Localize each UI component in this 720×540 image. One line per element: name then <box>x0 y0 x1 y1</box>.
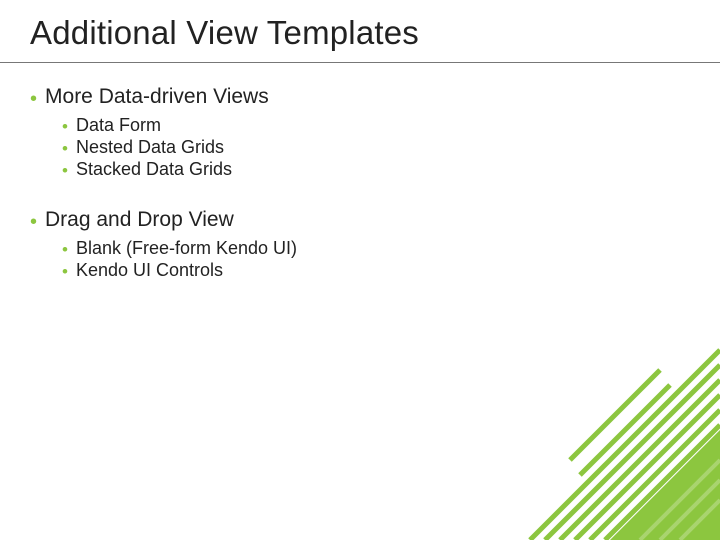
bullet-dot-icon: • <box>62 118 68 135</box>
bullet-level1-text: More Data-driven Views <box>45 85 269 109</box>
bullet-level2-text: Kendo UI Controls <box>76 260 223 281</box>
bullet-dot-icon: • <box>62 140 68 157</box>
bullet-dot-icon: • <box>62 263 68 280</box>
bullet-level2-text: Stacked Data Grids <box>76 159 232 180</box>
bullet-level2-text: Data Form <box>76 115 161 136</box>
bullet-dot-icon: • <box>62 241 68 258</box>
bullet-level2: • Kendo UI Controls <box>62 260 690 281</box>
slide: Additional View Templates • More Data-dr… <box>0 0 720 540</box>
bullet-level2: • Stacked Data Grids <box>62 159 690 180</box>
bullet-sublist: • Blank (Free-form Kendo UI) • Kendo UI … <box>62 238 690 281</box>
bullet-list: • More Data-driven Views • Data Form • N… <box>30 85 690 281</box>
decorative-corner-graphic <box>520 280 720 540</box>
bullet-dot-icon: • <box>30 212 37 232</box>
slide-title: Additional View Templates <box>30 14 690 52</box>
bullet-level1: • Drag and Drop View <box>30 208 690 232</box>
bullet-level2-text: Nested Data Grids <box>76 137 224 158</box>
bullet-level2-text: Blank (Free-form Kendo UI) <box>76 238 297 259</box>
horizontal-rule <box>0 62 720 63</box>
bullet-level1: • More Data-driven Views <box>30 85 690 109</box>
bullet-dot-icon: • <box>62 162 68 179</box>
bullet-dot-icon: • <box>30 89 37 109</box>
bullet-sublist: • Data Form • Nested Data Grids • Stacke… <box>62 115 690 180</box>
bullet-level2: • Data Form <box>62 115 690 136</box>
bullet-level2: • Nested Data Grids <box>62 137 690 158</box>
bullet-level2: • Blank (Free-form Kendo UI) <box>62 238 690 259</box>
bullet-level1-text: Drag and Drop View <box>45 208 234 232</box>
